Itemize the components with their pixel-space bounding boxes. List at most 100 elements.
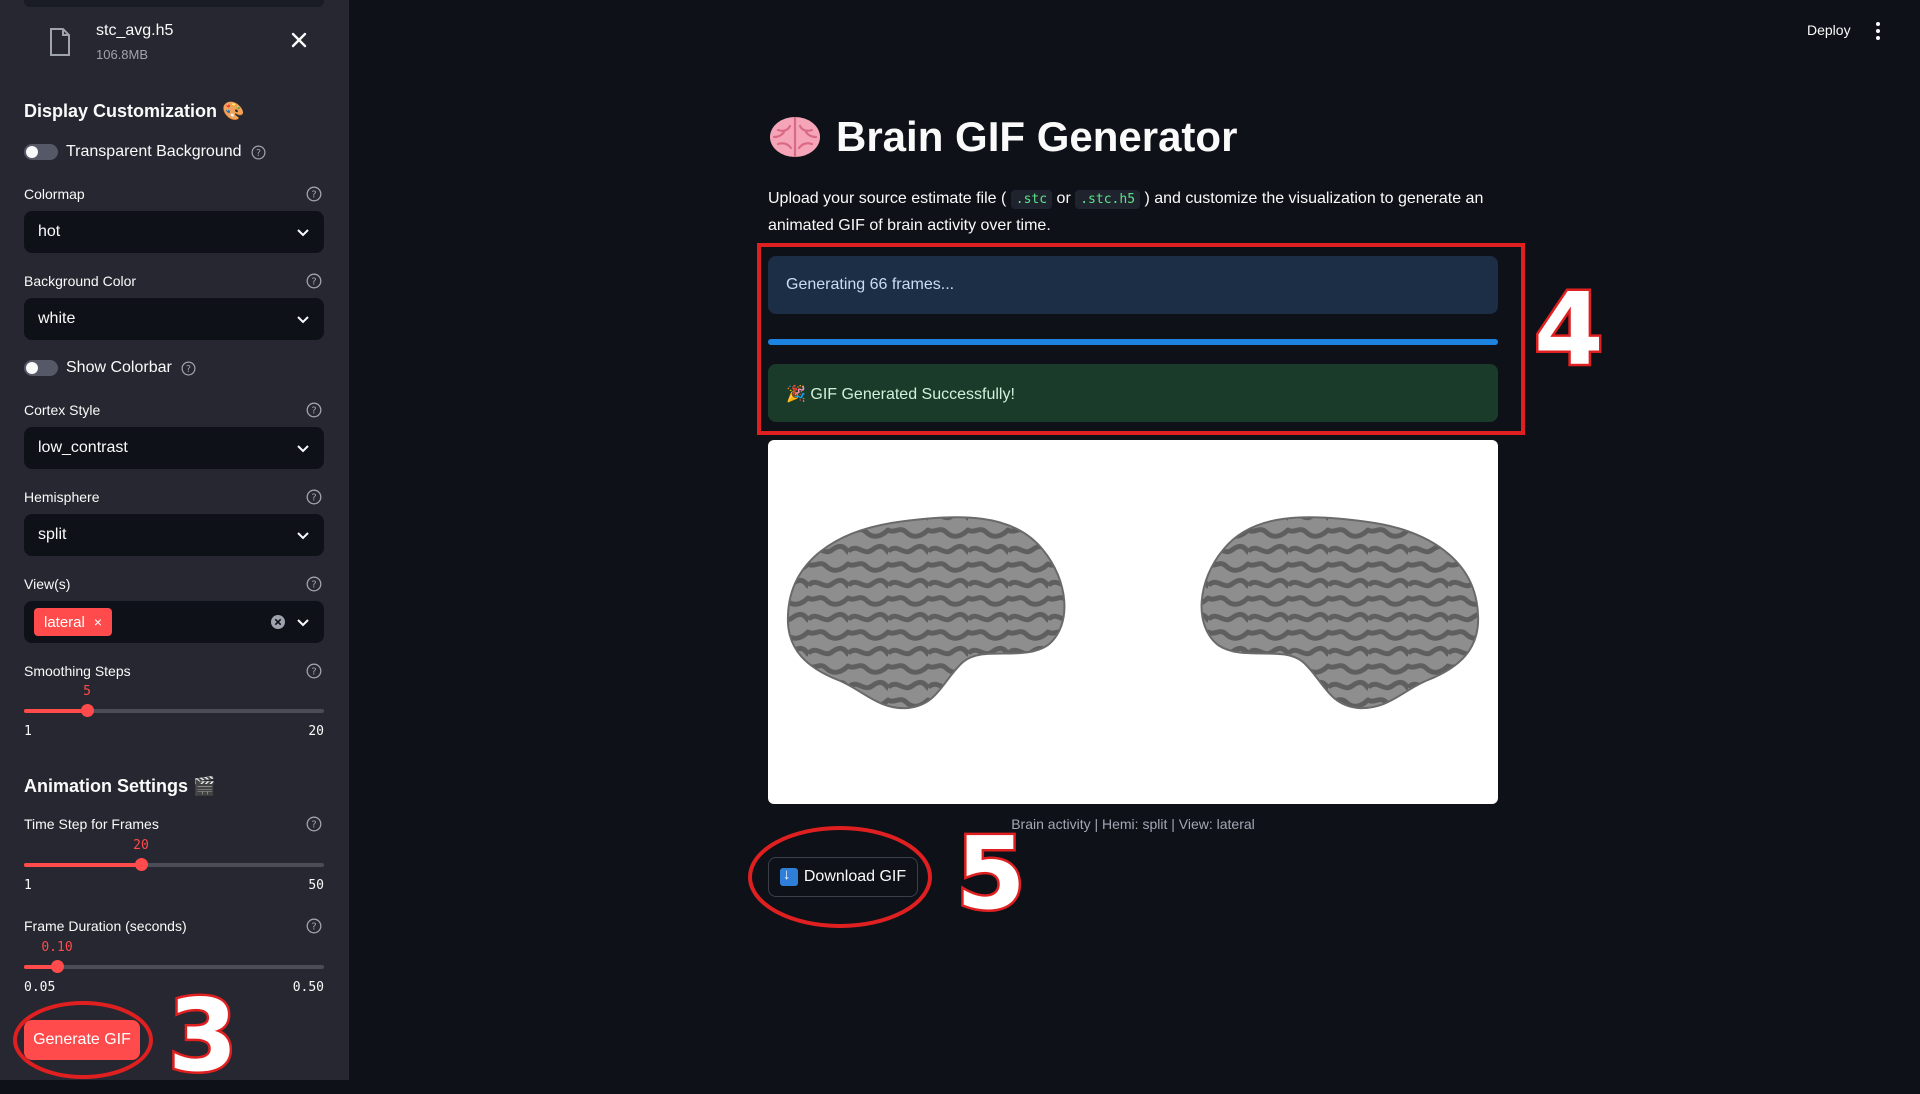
svg-text:?: ? bbox=[311, 580, 316, 591]
uploaded-file-row: stc_avg.h5 106.8MB bbox=[24, 20, 324, 68]
slider-max: 50 bbox=[308, 878, 324, 893]
slider-max: 0.50 bbox=[292, 980, 324, 995]
colormap-select[interactable]: hot bbox=[24, 211, 324, 253]
help-icon[interactable]: ? bbox=[306, 576, 322, 592]
hemisphere-value: split bbox=[38, 526, 67, 543]
clear-all-icon[interactable] bbox=[270, 614, 286, 630]
frame-duration-label: Frame Duration (seconds) bbox=[24, 918, 187, 934]
slider-thumb[interactable] bbox=[135, 858, 148, 871]
slider-current-value: 20 bbox=[133, 838, 149, 853]
show-colorbar-toggle[interactable] bbox=[24, 360, 58, 376]
annotation-number-5: 5 bbox=[954, 815, 1029, 932]
slider-current-value: 0.10 bbox=[41, 940, 73, 955]
success-alert-text: 🎉 GIF Generated Successfully! bbox=[786, 386, 1015, 403]
view-tag-lateral: lateral × bbox=[34, 608, 113, 636]
image-caption: Brain activity | Hemi: split | View: lat… bbox=[1011, 816, 1255, 832]
success-alert: 🎉 GIF Generated Successfully! bbox=[768, 364, 1498, 422]
file-size: 106.8MB bbox=[96, 47, 149, 62]
time-step-label: Time Step for Frames bbox=[24, 816, 159, 832]
svg-text:?: ? bbox=[311, 406, 316, 417]
slider-fill bbox=[24, 709, 87, 713]
info-alert: Generating 66 frames... bbox=[768, 256, 1498, 314]
code-stc: .stc bbox=[1010, 190, 1053, 209]
show-colorbar-row: Show Colorbar ? bbox=[24, 356, 196, 380]
slider-max: 20 bbox=[308, 724, 324, 739]
description-text: Upload your source estimate file ( bbox=[768, 190, 1007, 207]
time-step-slider[interactable]: 20 1 50 bbox=[24, 838, 324, 893]
display-customization-heading: Display Customization 🎨 bbox=[24, 101, 245, 121]
generate-gif-button[interactable]: Generate GIF bbox=[24, 1020, 140, 1060]
svg-text:?: ? bbox=[311, 190, 316, 201]
transparent-background-label: Transparent Background bbox=[66, 143, 242, 160]
file-icon bbox=[50, 28, 70, 56]
smoothing-steps-label: Smoothing Steps bbox=[24, 663, 131, 679]
code-stc-h5: .stc.h5 bbox=[1075, 190, 1141, 209]
svg-text:?: ? bbox=[311, 820, 316, 831]
slider-fill bbox=[24, 863, 141, 867]
page-title-text: Brain GIF Generator bbox=[836, 113, 1238, 160]
remove-file-icon[interactable] bbox=[287, 28, 311, 52]
background-color-select[interactable]: white bbox=[24, 298, 324, 340]
progress-bar-fill bbox=[768, 339, 1498, 345]
chevron-down-icon bbox=[297, 445, 309, 453]
help-icon[interactable]: ? bbox=[306, 273, 322, 289]
download-gif-label: Download GIF bbox=[803, 868, 907, 885]
help-icon[interactable]: ? bbox=[306, 918, 322, 934]
help-icon[interactable]: ? bbox=[306, 489, 322, 505]
help-icon[interactable]: ? bbox=[306, 186, 322, 202]
cortex-style-value: low_contrast bbox=[38, 439, 128, 456]
brain-icon bbox=[770, 116, 820, 158]
annotation-number-3: 3 bbox=[166, 977, 241, 1094]
info-alert-text: Generating 66 frames... bbox=[786, 276, 955, 293]
hemisphere-select[interactable]: split bbox=[24, 514, 324, 556]
svg-text:?: ? bbox=[311, 922, 316, 933]
left-hemisphere bbox=[786, 516, 1066, 710]
remove-tag-icon[interactable]: × bbox=[94, 614, 102, 630]
svg-text:?: ? bbox=[311, 667, 316, 678]
help-icon[interactable]: ? bbox=[181, 361, 196, 376]
download-gif-button[interactable]: Download GIF bbox=[768, 857, 918, 897]
slider-min: 0.05 bbox=[24, 980, 56, 995]
svg-text:?: ? bbox=[311, 277, 316, 288]
svg-text:?: ? bbox=[186, 363, 191, 374]
brain-gif-image bbox=[768, 440, 1498, 804]
main-menu-icon[interactable] bbox=[1870, 20, 1886, 42]
colormap-label: Colormap bbox=[24, 186, 85, 202]
deploy-button[interactable]: Deploy bbox=[1807, 22, 1851, 38]
right-hemisphere bbox=[1200, 516, 1480, 710]
slider-current-value: 5 bbox=[83, 684, 91, 699]
transparent-background-row: Transparent Background ? bbox=[24, 140, 266, 164]
transparent-background-toggle[interactable] bbox=[24, 144, 58, 160]
progress-bar bbox=[768, 339, 1498, 345]
chevron-down-icon bbox=[297, 532, 309, 540]
description-or: or bbox=[1056, 190, 1071, 207]
background-color-label: Background Color bbox=[24, 273, 137, 289]
slider-thumb[interactable] bbox=[81, 704, 94, 717]
background-color-value: white bbox=[38, 310, 76, 327]
slider-min: 1 bbox=[24, 724, 32, 739]
help-icon[interactable]: ? bbox=[306, 402, 322, 418]
description: Upload your source estimate file ( .stc … bbox=[768, 186, 1508, 239]
page-title: Brain GIF Generator bbox=[768, 112, 1237, 162]
file-uploader-dropzone[interactable] bbox=[24, 0, 324, 7]
brain-render bbox=[786, 516, 1480, 710]
help-icon[interactable]: ? bbox=[306, 663, 322, 679]
cortex-style-select[interactable]: low_contrast bbox=[24, 427, 324, 469]
slider-thumb[interactable] bbox=[51, 960, 64, 973]
smoothing-steps-slider[interactable]: 5 1 20 bbox=[24, 684, 324, 739]
views-multiselect[interactable]: lateral × bbox=[24, 601, 324, 643]
chevron-down-icon bbox=[297, 619, 309, 627]
colormap-value: hot bbox=[38, 223, 61, 240]
animation-settings-heading: Animation Settings 🎬 bbox=[24, 776, 216, 796]
sidebar: stc_avg.h5 106.8MB Display Customization… bbox=[0, 0, 349, 1080]
annotation-number-4: 4 bbox=[1532, 271, 1607, 388]
file-name: stc_avg.h5 bbox=[96, 22, 174, 39]
chevron-down-icon bbox=[297, 229, 309, 237]
slider-track bbox=[24, 965, 324, 969]
view-tag-label: lateral bbox=[44, 613, 85, 631]
svg-text:?: ? bbox=[256, 147, 261, 158]
help-icon[interactable]: ? bbox=[251, 145, 266, 160]
svg-text:?: ? bbox=[311, 493, 316, 504]
hemisphere-label: Hemisphere bbox=[24, 489, 100, 505]
help-icon[interactable]: ? bbox=[306, 816, 322, 832]
